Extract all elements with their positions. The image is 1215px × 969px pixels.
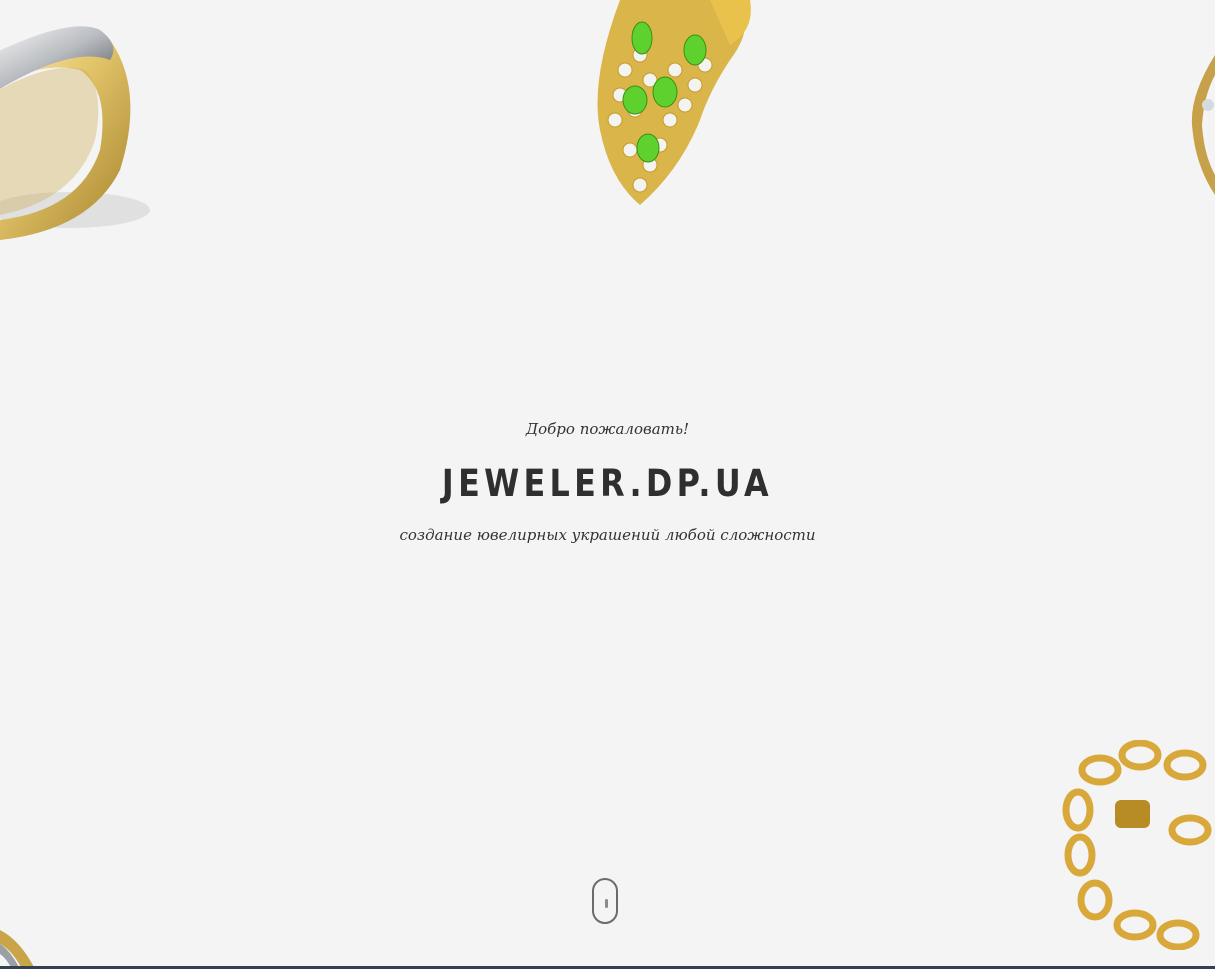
pendant-image	[597, 0, 751, 205]
site-title: JEWELER.DP.UA	[441, 462, 773, 505]
bracelet-image	[1062, 740, 1212, 950]
hero-section: Добро пожаловать! JEWELER.DP.UA создание…	[0, 0, 1215, 969]
ring-image-bottom-left	[0, 930, 35, 969]
scroll-wheel-icon	[605, 899, 608, 908]
ring-image-left	[0, 26, 150, 240]
mouse-scroll-icon[interactable]	[592, 878, 618, 924]
welcome-text: Добро пожаловать!	[525, 420, 690, 438]
ring-image-right	[1191, 55, 1215, 195]
site-tagline: создание ювелирных украшений любой сложн…	[399, 526, 816, 544]
